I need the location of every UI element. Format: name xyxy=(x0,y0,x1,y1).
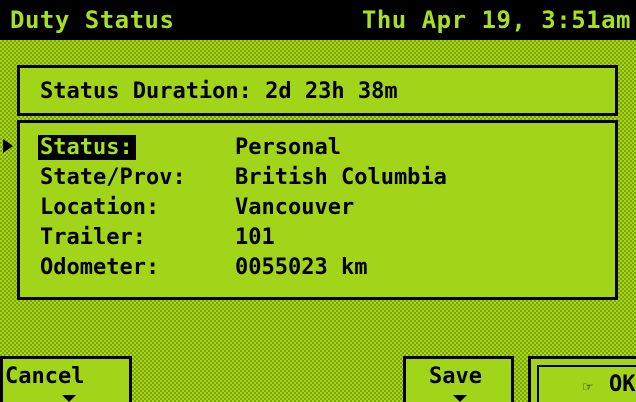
field-row-trailer[interactable]: Trailer: 101 xyxy=(40,222,275,252)
softkey-down-arrow-icon xyxy=(62,395,76,402)
field-key-state-prov: State/Prov: xyxy=(40,164,186,190)
hand-pointer-icon: ☞ xyxy=(583,377,593,396)
field-row-status[interactable]: Status: Personal xyxy=(38,132,341,162)
status-duration-label: Status Duration: 2d 23h 38m xyxy=(40,79,398,104)
ok-button-inner-frame: ☞ OK xyxy=(537,365,636,402)
field-key-location: Location: xyxy=(40,194,160,220)
field-value-trailer[interactable]: 101 xyxy=(235,225,275,250)
cancel-button-label: Cancel xyxy=(5,364,85,389)
field-key-status: Status: xyxy=(38,134,235,160)
field-value-location[interactable]: Vancouver xyxy=(235,195,354,220)
field-row-odometer[interactable]: Odometer: 0055023 km xyxy=(40,252,367,282)
cancel-button[interactable]: Cancel xyxy=(0,356,132,402)
save-button-label: Save xyxy=(429,364,482,389)
status-duration-panel: Status Duration: 2d 23h 38m xyxy=(17,65,618,116)
field-value-state-prov[interactable]: British Columbia xyxy=(235,165,447,190)
field-row-state-prov[interactable]: State/Prov: British Columbia xyxy=(40,162,447,192)
selection-cursor-icon xyxy=(3,139,13,153)
softkey-down-arrow-icon xyxy=(453,395,467,402)
save-button[interactable]: Save xyxy=(403,356,514,402)
field-value-status[interactable]: Personal xyxy=(235,135,341,160)
title-bar: Duty Status Thu Apr 19, 3:51am xyxy=(0,0,636,40)
status-fields-panel: Status: Personal State/Prov: British Col… xyxy=(17,120,618,300)
field-key-odometer: Odometer: xyxy=(40,254,160,280)
field-row-location[interactable]: Location: Vancouver xyxy=(40,192,354,222)
ok-button-label: OK xyxy=(609,372,636,397)
field-value-odometer[interactable]: 0055023 km xyxy=(235,255,367,280)
field-key-trailer: Trailer: xyxy=(40,224,146,250)
screen-title: Duty Status xyxy=(10,6,175,34)
ok-button[interactable]: ☞ OK xyxy=(528,356,636,402)
date-time: Thu Apr 19, 3:51am xyxy=(361,6,631,34)
